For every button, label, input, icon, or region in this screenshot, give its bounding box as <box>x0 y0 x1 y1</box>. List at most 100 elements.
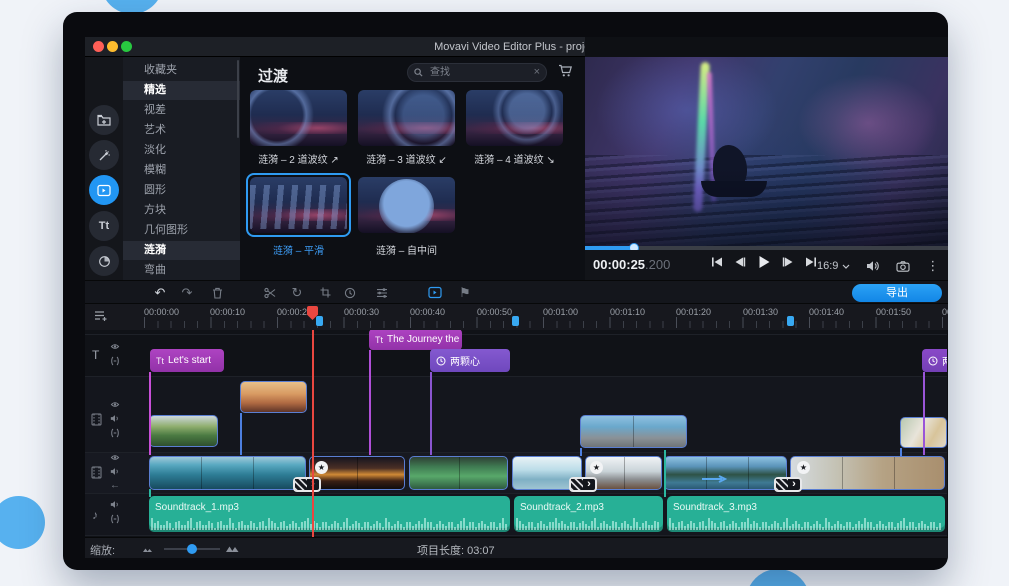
clip-properties-button[interactable] <box>341 284 359 301</box>
lane-separator <box>85 376 948 377</box>
category-ripple[interactable]: 涟漪 <box>123 241 240 260</box>
star-badge[interactable]: ★ <box>797 461 810 474</box>
next-frame-button[interactable] <box>782 256 794 268</box>
playhead-line[interactable] <box>312 330 314 537</box>
rotate-button[interactable]: ↻ <box>288 284 306 301</box>
transition-badge-stripes <box>295 479 307 490</box>
mute-speaker-icon[interactable] <box>110 467 120 476</box>
transition-wizard-button[interactable] <box>426 284 444 301</box>
play-button[interactable] <box>757 255 771 269</box>
link-icon[interactable] <box>110 356 120 366</box>
star-badge[interactable]: ★ <box>315 461 328 474</box>
snapshot-camera-button[interactable] <box>896 261 910 272</box>
category-favorites[interactable]: 收藏夹 <box>123 61 240 80</box>
color-adjustments-button[interactable] <box>373 284 391 301</box>
zoom-slider[interactable] <box>164 548 220 550</box>
video-clip[interactable] <box>149 456 306 490</box>
crop-button[interactable] <box>316 284 334 301</box>
audio-clip[interactable]: Soundtrack_3.mp3 <box>667 496 945 532</box>
transition-thumb-ripple-4[interactable] <box>466 90 563 146</box>
audio-clip[interactable]: Soundtrack_1.mp3 <box>149 496 510 532</box>
add-track-icon[interactable] <box>94 310 108 322</box>
arrow-left-icon[interactable]: ← <box>110 480 120 491</box>
star-badge[interactable]: ★ <box>590 461 603 474</box>
import-media-button[interactable] <box>89 105 119 135</box>
stickers-button[interactable] <box>89 246 119 276</box>
zoom-in-icon[interactable] <box>226 543 240 553</box>
marker-flag-button[interactable]: ⚑ <box>456 284 474 301</box>
category-parallax[interactable]: 视差 <box>123 101 240 120</box>
link-icon[interactable] <box>110 428 120 438</box>
mute-speaker-icon[interactable] <box>110 500 120 509</box>
titles-button[interactable]: Tt <box>89 211 119 241</box>
category-blocks[interactable]: 方块 <box>123 201 240 220</box>
search-icon <box>414 68 423 77</box>
category-warp[interactable]: 弯曲 <box>123 261 240 280</box>
timeline-marker[interactable] <box>787 316 794 326</box>
video-clip[interactable] <box>790 456 945 490</box>
overlay-clip[interactable] <box>149 415 218 447</box>
transition-label: 涟漪 – 3 道波纹 ↙ <box>358 151 455 166</box>
transition-thumb-ripple-smooth[interactable] <box>250 177 347 233</box>
undo-button[interactable]: ↶ <box>151 284 169 301</box>
timeline-gutter <box>947 330 948 537</box>
filters-button[interactable] <box>89 140 119 170</box>
search-input[interactable] <box>428 66 534 79</box>
transition-badge-stripes <box>776 479 788 490</box>
link-icon[interactable] <box>110 514 120 524</box>
timeline-ruler[interactable]: 00:00:00 00:00:10 00:00:20 00:00:30 00:0… <box>85 303 948 330</box>
clip-connector <box>923 372 925 455</box>
more-options-button[interactable]: ⋮ <box>926 258 939 274</box>
clip-connector <box>900 448 902 456</box>
transition-badge-arrow: › <box>583 479 595 490</box>
previous-frame-button[interactable] <box>734 256 746 268</box>
redo-button[interactable]: ↷ <box>178 284 196 301</box>
audio-clip-label: Soundtrack_2.mp3 <box>520 502 604 513</box>
element-clip[interactable]: 两颗心 <box>430 349 510 372</box>
category-geometry[interactable]: 几何图形 <box>123 221 240 240</box>
overlay-clip[interactable] <box>240 381 307 413</box>
transition-label: 涟漪 – 4 道波纹 ↘ <box>466 151 563 166</box>
export-button[interactable]: 导出 <box>852 284 942 302</box>
volume-button[interactable] <box>866 260 880 272</box>
category-featured[interactable]: 精选 <box>123 81 240 100</box>
transitions-button[interactable] <box>89 175 119 205</box>
category-circles[interactable]: 圆形 <box>123 181 240 200</box>
video-clip[interactable] <box>664 456 787 490</box>
mute-speaker-icon[interactable] <box>110 414 120 423</box>
overlay-clip[interactable] <box>580 415 687 448</box>
transition-badge[interactable]: › <box>774 477 802 492</box>
delete-button[interactable] <box>208 284 226 301</box>
transition-badge[interactable]: › <box>569 477 597 492</box>
title-clip[interactable]: Tt Let's start <box>150 349 224 372</box>
category-artistic[interactable]: 艺术 <box>123 121 240 140</box>
category-scrollbar[interactable] <box>237 60 239 138</box>
category-fade[interactable]: 淡化 <box>123 141 240 160</box>
audio-clip[interactable]: Soundtrack_2.mp3 <box>514 496 663 532</box>
skip-end-button[interactable] <box>805 256 817 268</box>
ruler-label: 00:01:00 <box>543 307 578 317</box>
zoom-slider-knob[interactable] <box>187 544 197 554</box>
category-blur[interactable]: 模糊 <box>123 161 240 180</box>
eye-icon[interactable] <box>110 453 120 462</box>
title-track-icon: T <box>92 348 99 362</box>
eye-icon[interactable] <box>110 342 120 351</box>
transition-thumb-ripple-2[interactable] <box>250 90 347 146</box>
store-cart-icon[interactable] <box>558 64 573 78</box>
audio-waveform <box>151 516 508 530</box>
skip-start-button[interactable] <box>711 256 723 268</box>
transition-thumb-ripple-3[interactable] <box>358 90 455 146</box>
split-scissors-button[interactable] <box>261 284 279 301</box>
aspect-ratio-dropdown[interactable]: 16:9 <box>817 260 850 272</box>
element-clip[interactable]: 两颗心 <box>922 349 948 372</box>
ruler-label: 00:00:20 <box>277 307 312 317</box>
video-clip[interactable] <box>409 456 508 490</box>
transition-badge[interactable]: › <box>293 477 321 492</box>
zoom-out-icon[interactable] <box>143 545 154 553</box>
title-clip[interactable]: Tt The Journey the c <box>369 330 462 350</box>
timeline-marker[interactable] <box>316 316 323 326</box>
clear-search-icon[interactable]: × <box>534 67 540 78</box>
timeline-marker[interactable] <box>512 316 519 326</box>
transition-thumb-ripple-center[interactable] <box>358 177 455 233</box>
eye-icon[interactable] <box>110 400 120 409</box>
